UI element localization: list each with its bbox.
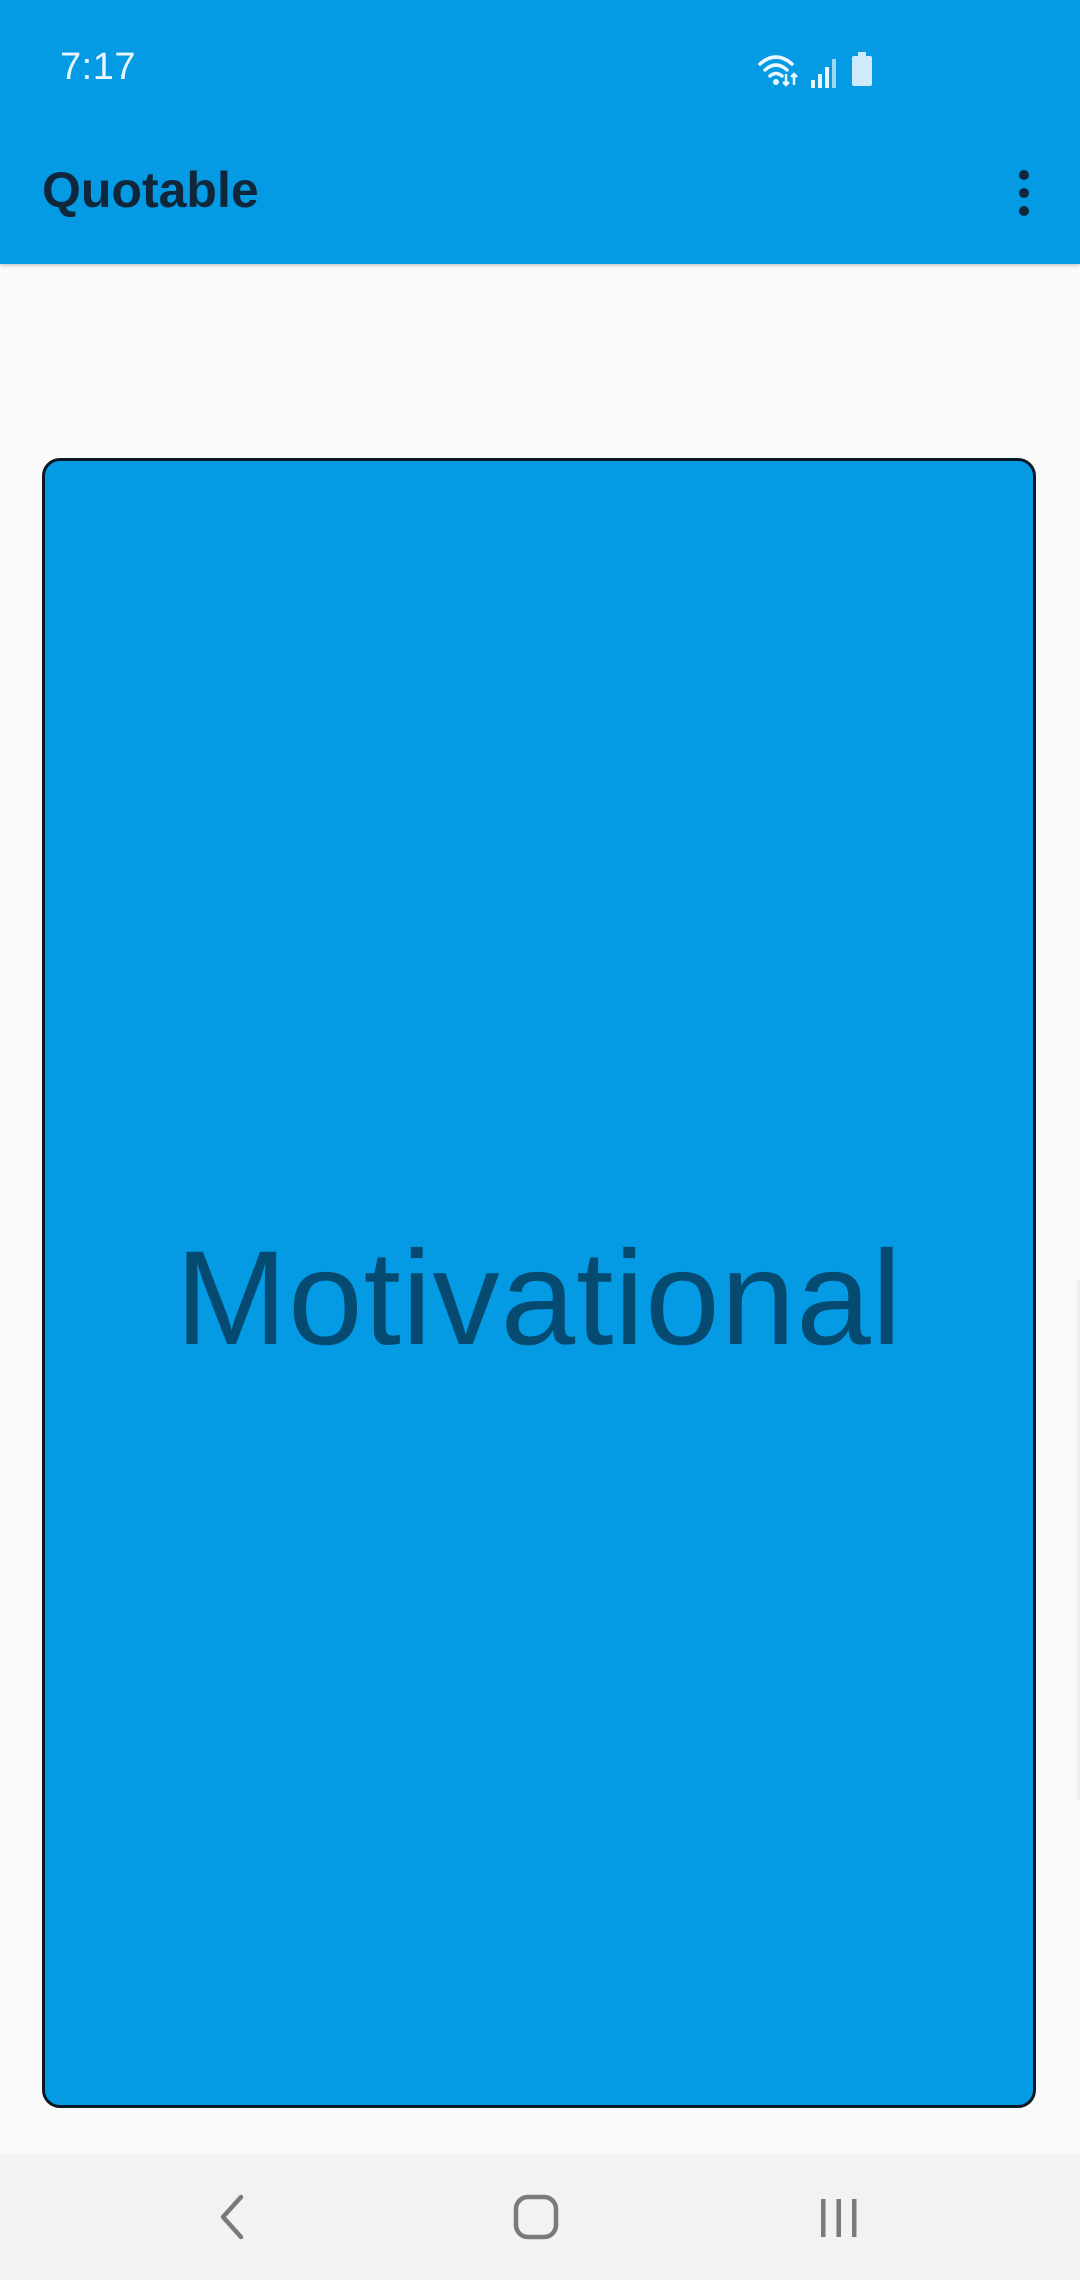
- home-icon: [513, 2194, 559, 2240]
- category-card[interactable]: Motivational: [42, 458, 1036, 2108]
- more-vert-icon-dot: [1019, 188, 1029, 198]
- more-options-button[interactable]: [1000, 163, 1048, 223]
- more-vert-icon: [1019, 170, 1029, 180]
- navigation-bar: [0, 2154, 1080, 2280]
- home-button[interactable]: [496, 2182, 576, 2252]
- app-header: 7:17 Quotable: [0, 0, 1080, 264]
- status-icons: [756, 52, 874, 88]
- back-button[interactable]: [193, 2182, 273, 2252]
- status-bar: 7:17: [0, 0, 1080, 145]
- recents-icon: [821, 2199, 857, 2237]
- status-time: 7:17: [60, 46, 136, 88]
- app-title: Quotable: [42, 162, 259, 218]
- more-vert-icon-dot: [1019, 206, 1029, 216]
- signal-icon: [810, 56, 840, 88]
- app-bar: Quotable: [0, 145, 1080, 264]
- category-label: Motivational: [175, 1223, 903, 1373]
- battery-icon: [850, 52, 874, 88]
- back-icon: [220, 2194, 244, 2240]
- recents-button[interactable]: [799, 2182, 879, 2252]
- wifi-icon: [756, 52, 800, 88]
